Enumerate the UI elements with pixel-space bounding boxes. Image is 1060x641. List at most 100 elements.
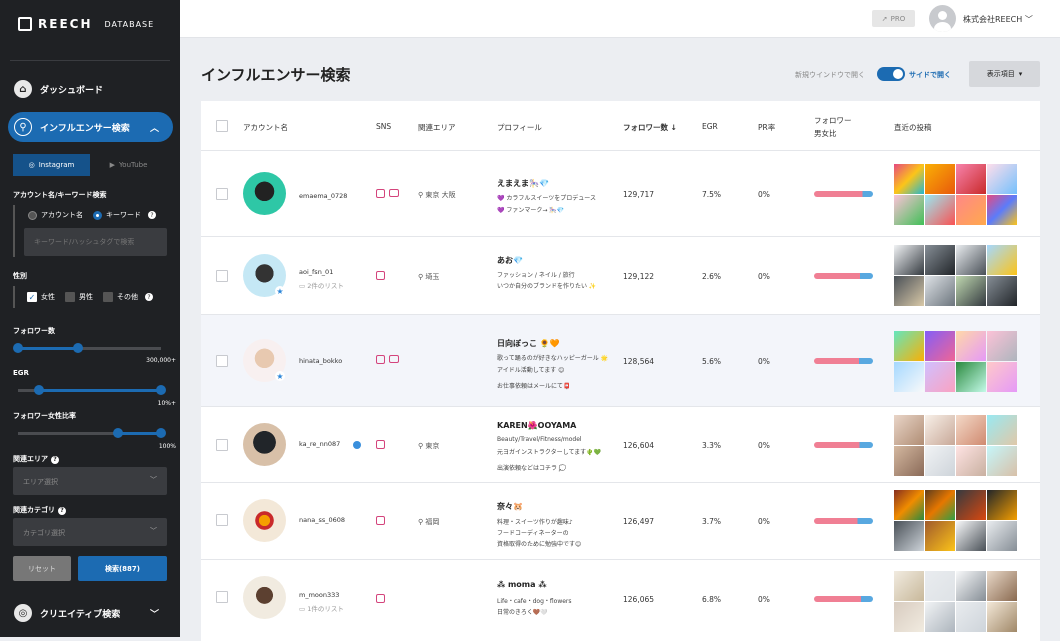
checkbox-male[interactable]: 男性 [65, 292, 93, 302]
post-thumbnail[interactable] [925, 164, 955, 194]
list-count[interactable]: ▭ 1件のリスト [299, 603, 344, 613]
nav-dashboard[interactable]: ⌂ ダッシュボード [8, 74, 173, 104]
post-thumbnail[interactable] [956, 276, 986, 306]
post-thumbnail[interactable] [894, 602, 924, 632]
post-thumbnail[interactable] [925, 276, 955, 306]
post-thumbnail[interactable] [894, 362, 924, 392]
tab-instagram[interactable]: ◎ Instagram [13, 154, 90, 176]
post-thumbnail[interactable] [987, 164, 1017, 194]
pro-badge[interactable]: ➚ PRO [872, 10, 915, 27]
table-row[interactable]: ★ aoi_fsn_01 ▭ 2件のリスト ⚲ 埼玉 あお💎 ファッション / … [201, 237, 1040, 315]
row-checkbox[interactable] [216, 188, 228, 200]
instagram-icon[interactable] [376, 440, 385, 449]
col-followers[interactable]: フォロワー数 ↓ [623, 122, 677, 133]
profile-photo[interactable] [243, 499, 286, 542]
col-account[interactable]: アカウント名 [243, 122, 288, 133]
row-checkbox[interactable] [216, 355, 228, 367]
col-pr[interactable]: PR率 [758, 122, 775, 133]
post-thumbnail[interactable] [894, 446, 924, 476]
account-name[interactable]: emaema_0728 [299, 192, 347, 200]
post-thumbnail[interactable] [925, 490, 955, 520]
post-thumbnail[interactable] [987, 362, 1017, 392]
post-thumbnail[interactable] [925, 602, 955, 632]
instagram-icon[interactable] [376, 355, 385, 364]
area-select[interactable]: エリア選択 ﹀ [13, 467, 167, 495]
help-icon[interactable]: ? [145, 293, 153, 301]
row-checkbox[interactable] [216, 439, 228, 451]
help-icon[interactable]: ? [148, 211, 156, 219]
slider-handle-min[interactable] [34, 385, 45, 395]
col-egr[interactable]: EGR [702, 122, 718, 131]
account-name[interactable]: ka_re_nn087 [299, 440, 340, 448]
post-thumbnail[interactable] [894, 276, 924, 306]
nav-influencer-search[interactable]: ⚲ インフルエンサー検索 ︿ [8, 112, 173, 142]
keyword-input[interactable] [24, 228, 167, 256]
post-thumbnail[interactable] [987, 571, 1017, 601]
account-name[interactable]: hinata_bokko [299, 357, 342, 365]
post-thumbnail[interactable] [956, 490, 986, 520]
post-thumbnail[interactable] [956, 415, 986, 445]
checkbox-other[interactable]: その他? [103, 292, 153, 302]
post-thumbnail[interactable] [987, 415, 1017, 445]
post-thumbnail[interactable] [956, 521, 986, 551]
slider-handle-min[interactable] [13, 343, 23, 353]
company-menu[interactable]: 株式会社REECH ﹀ [963, 14, 1033, 25]
profile-photo[interactable] [243, 423, 286, 466]
post-thumbnail[interactable] [987, 521, 1017, 551]
post-thumbnail[interactable] [894, 571, 924, 601]
post-thumbnail[interactable] [925, 415, 955, 445]
post-thumbnail[interactable] [894, 331, 924, 361]
account-name[interactable]: m_moon333 [299, 591, 339, 599]
slider-handle-max[interactable] [156, 385, 166, 395]
post-thumbnail[interactable] [925, 245, 955, 275]
post-thumbnail[interactable] [925, 521, 955, 551]
post-thumbnail[interactable] [956, 164, 986, 194]
post-thumbnail[interactable] [987, 331, 1017, 361]
post-thumbnail[interactable] [956, 602, 986, 632]
post-thumbnail[interactable] [987, 446, 1017, 476]
row-checkbox[interactable] [216, 514, 228, 526]
table-row[interactable]: m_moon333 ▭ 1件のリスト ⁂ moma ⁂ Life・cafe・do… [201, 560, 1040, 641]
post-thumbnail[interactable] [894, 521, 924, 551]
search-button[interactable]: 検索(887) [78, 556, 167, 581]
followers-slider[interactable] [13, 343, 161, 353]
instagram-icon[interactable] [376, 189, 385, 198]
post-thumbnail[interactable] [956, 362, 986, 392]
post-thumbnail[interactable] [894, 415, 924, 445]
category-select[interactable]: カテゴリ選択 ﹀ [13, 518, 167, 546]
post-thumbnail[interactable] [987, 490, 1017, 520]
row-checkbox[interactable] [216, 270, 228, 282]
reset-button[interactable]: リセット [13, 556, 71, 581]
post-thumbnail[interactable] [925, 195, 955, 225]
egr-slider[interactable] [18, 385, 166, 395]
open-mode-toggle[interactable] [877, 67, 905, 81]
post-thumbnail[interactable] [956, 195, 986, 225]
post-thumbnail[interactable] [956, 331, 986, 361]
instagram-icon[interactable] [376, 516, 385, 525]
instagram-icon[interactable] [376, 594, 385, 603]
post-thumbnail[interactable] [987, 245, 1017, 275]
user-avatar[interactable] [929, 5, 956, 32]
account-name[interactable]: aoi_fsn_01 [299, 268, 333, 276]
display-items-button[interactable]: 表示項目 ▾ [969, 61, 1040, 87]
nav-creative-search[interactable]: ◎ クリエイティブ検索 ﹀ [8, 598, 173, 628]
checkbox-female[interactable]: ✓ 女性 [27, 292, 55, 302]
slider-handle-max[interactable] [73, 343, 84, 353]
table-row[interactable]: nana_ss_0608 ⚲ 福岡 奈々🐹 料理・スイーツ作りが趣味♪ フードコ… [201, 483, 1040, 560]
post-thumbnail[interactable] [987, 195, 1017, 225]
post-thumbnail[interactable] [894, 490, 924, 520]
post-thumbnail[interactable] [894, 195, 924, 225]
help-icon[interactable]: ? [51, 455, 59, 464]
post-thumbnail[interactable] [894, 164, 924, 194]
youtube-icon[interactable] [389, 189, 399, 197]
logo[interactable]: REECH DATABASE [18, 17, 154, 31]
slider-handle-min[interactable] [113, 428, 124, 438]
profile-photo[interactable] [243, 576, 286, 619]
account-name[interactable]: nana_ss_0608 [299, 516, 345, 524]
post-thumbnail[interactable] [925, 331, 955, 361]
row-checkbox[interactable] [216, 591, 228, 603]
instagram-icon[interactable] [376, 271, 385, 280]
radio-keyword[interactable]: キーワード? [93, 210, 156, 220]
post-thumbnail[interactable] [925, 571, 955, 601]
tab-youtube[interactable]: ▶ YouTube [90, 154, 167, 176]
